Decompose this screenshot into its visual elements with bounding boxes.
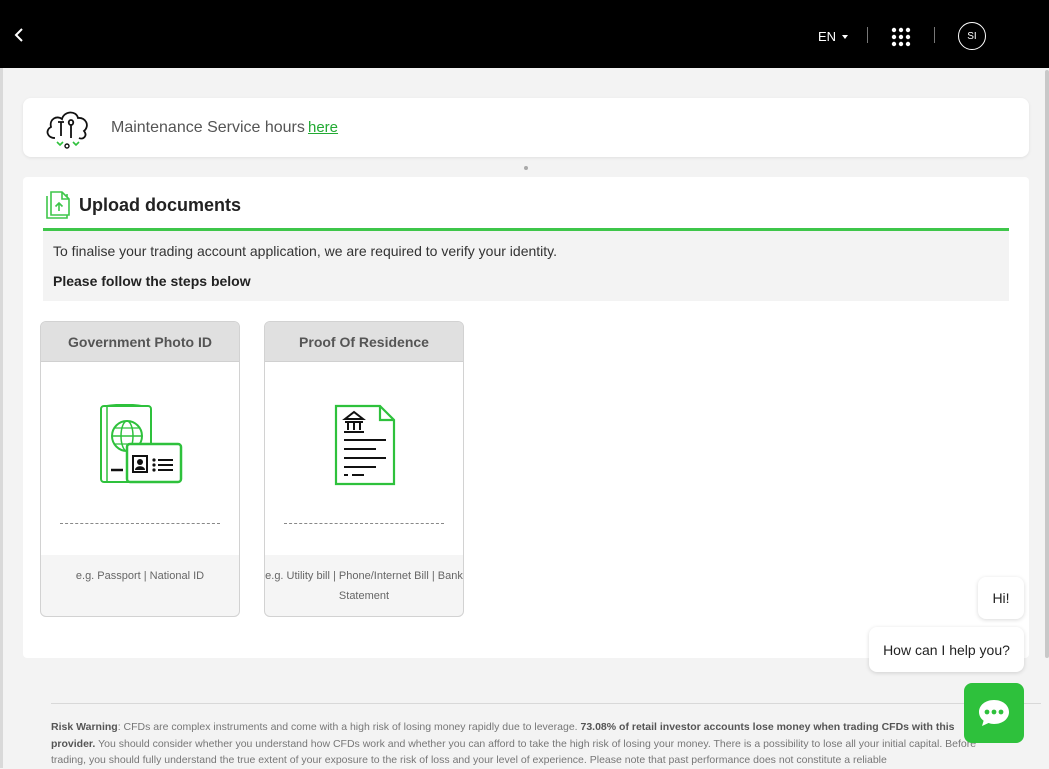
- chat-button[interactable]: [964, 683, 1024, 743]
- risk-warning-details: You should consider whether you understa…: [51, 737, 977, 767]
- maintenance-link[interactable]: here: [308, 119, 338, 136]
- divider: [934, 27, 935, 43]
- dashed-divider: [60, 523, 220, 524]
- carousel-dot[interactable]: [524, 166, 528, 170]
- instructions-text: To finalise your trading account applica…: [53, 243, 558, 259]
- maintenance-text: Maintenance Service hours: [111, 119, 305, 136]
- upload-file-icon: [46, 191, 70, 219]
- tile-title: Proof Of Residence: [265, 322, 463, 362]
- caret-down-icon: [842, 35, 849, 39]
- cloud-tools-icon: [46, 111, 88, 149]
- apps-grid-icon[interactable]: [891, 27, 911, 47]
- language-label: EN: [818, 29, 837, 44]
- instructions-box: To finalise your trading account applica…: [43, 231, 1009, 301]
- dashed-divider: [284, 523, 444, 524]
- government-photo-id-tile[interactable]: Government Photo ID e.g. Passport | Nati…: [40, 321, 240, 617]
- risk-warning: Risk Warning: CFDs are complex instrumen…: [51, 719, 996, 769]
- chat-icon: [979, 700, 1009, 726]
- chat-greeting-bubble[interactable]: Hi!: [978, 577, 1024, 619]
- bill-document-icon: [334, 404, 396, 486]
- proof-of-residence-tile[interactable]: Proof Of Residence e.g. Utility bill | P…: [264, 321, 464, 617]
- risk-warning-text: : CFDs are complex instruments and come …: [117, 721, 581, 733]
- user-avatar[interactable]: SI: [958, 22, 986, 50]
- tile-body: [265, 362, 463, 555]
- page-title: Upload documents: [79, 195, 242, 215]
- upload-documents-card: Upload documents To finalise your tradin…: [23, 177, 1029, 658]
- scrollbar[interactable]: [1045, 70, 1049, 658]
- chat-prompt-bubble[interactable]: How can I help you?: [869, 627, 1024, 672]
- footer-divider: [51, 703, 1041, 704]
- top-bar: EN SI: [0, 0, 1049, 68]
- left-edge: [0, 68, 3, 768]
- risk-warning-label: Risk Warning: [51, 721, 118, 733]
- language-selector[interactable]: EN: [818, 29, 849, 44]
- tile-hint: e.g. Utility bill | Phone/Internet Bill …: [265, 570, 463, 602]
- tile-hint: e.g. Passport | National ID: [75, 570, 205, 582]
- tile-title: Government Photo ID: [41, 322, 239, 362]
- id-card-icon: [100, 404, 183, 484]
- maintenance-banner: Maintenance Service hours here: [23, 98, 1029, 157]
- tile-body: [41, 362, 239, 555]
- divider: [867, 27, 868, 43]
- steps-heading: Please follow the steps below: [53, 273, 251, 289]
- back-arrow-icon[interactable]: [10, 25, 30, 45]
